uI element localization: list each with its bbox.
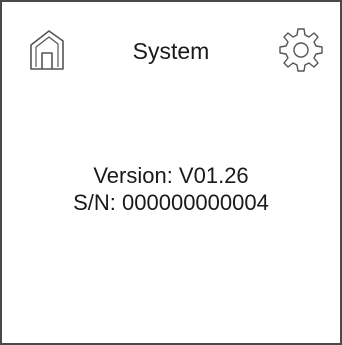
system-info: Version: V01.26 S/N: 000000000004 (2, 162, 340, 216)
serial-number-text: S/N: 000000000004 (73, 190, 269, 215)
settings-button[interactable] (278, 26, 324, 72)
gear-icon (278, 26, 324, 72)
version-text: Version: V01.26 (93, 163, 249, 188)
device-screen: System Version: V01.26 S/N: 000000000004 (0, 0, 342, 345)
header-bar: System (2, 2, 340, 72)
